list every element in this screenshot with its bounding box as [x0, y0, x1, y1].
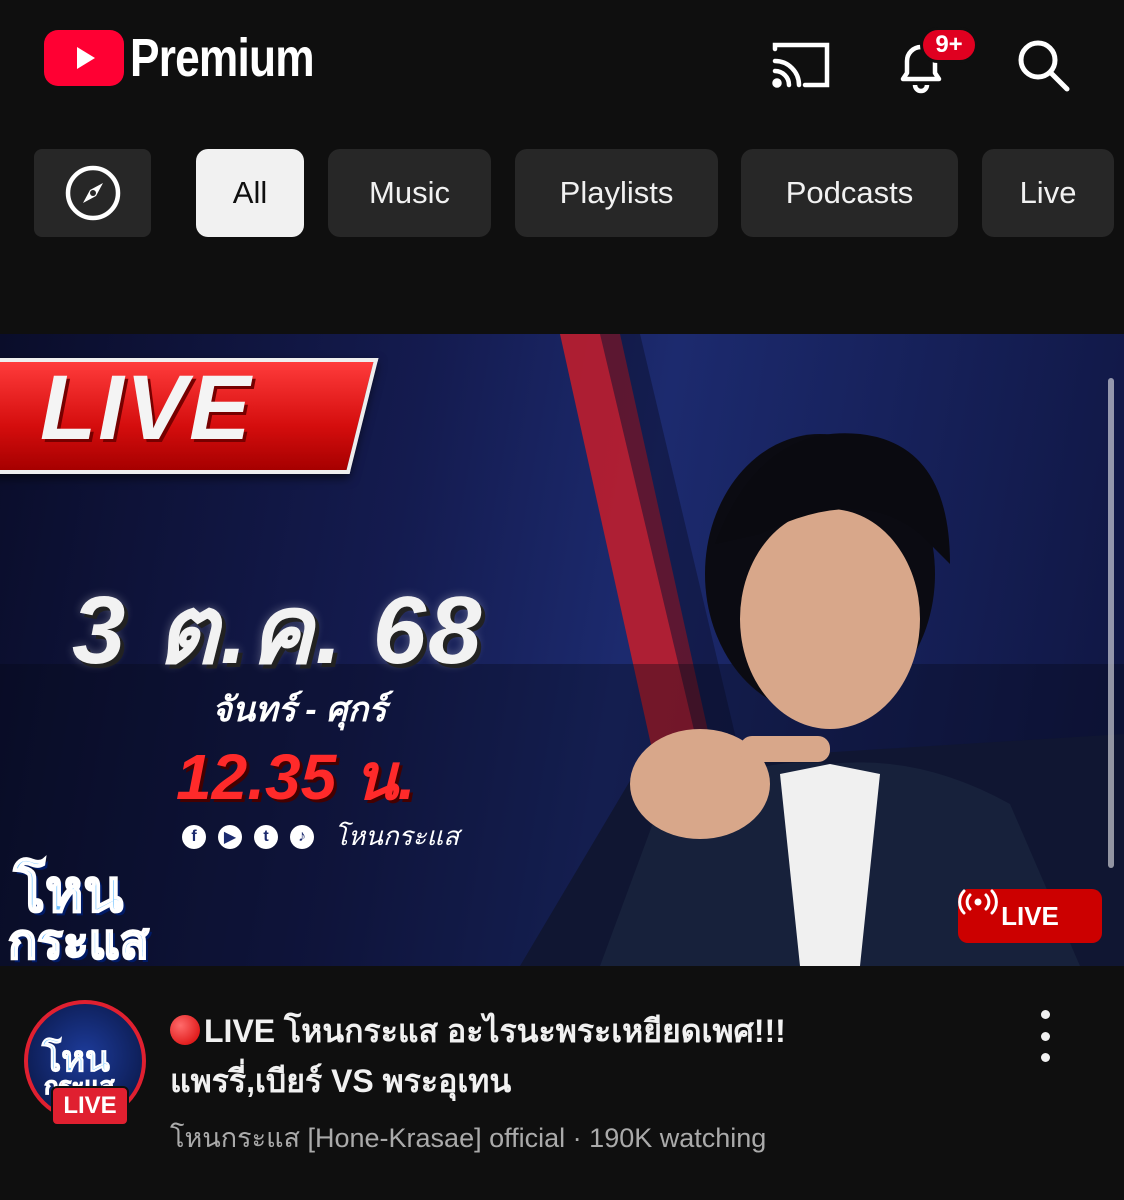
live-status-label: LIVE: [1001, 900, 1059, 931]
chip-music[interactable]: Music: [328, 149, 491, 237]
live-broadcast-icon: [958, 889, 998, 915]
social-links: f ▶ t ♪ โหนกระแส: [182, 816, 459, 857]
tiktok-icon: ♪: [290, 824, 314, 849]
notification-badge: 9+: [920, 27, 978, 63]
red-circle-icon: [170, 1015, 200, 1045]
chip-all[interactable]: All: [196, 149, 304, 237]
show-logo-bottom: กระแส: [7, 915, 150, 966]
chip-live[interactable]: Live: [982, 149, 1114, 237]
youtube-premium-logo[interactable]: Premium: [44, 30, 354, 86]
facebook-icon: f: [182, 824, 206, 849]
thumbnail-time: 12.35 น.: [176, 741, 416, 813]
show-logo: โหน กระแส: [4, 842, 184, 966]
youtube-icon: ▶: [218, 824, 242, 849]
chip-playlists[interactable]: Playlists: [515, 149, 718, 237]
channel-name[interactable]: โหนกระแส [Hone-Krasae] official: [170, 1123, 565, 1153]
more-options-icon[interactable]: [1022, 1010, 1068, 1062]
search-icon[interactable]: [1008, 34, 1078, 96]
meta-separator: ·: [572, 1123, 582, 1153]
live-banner-text: LIVE: [40, 357, 253, 459]
filter-chips-bar: All Music Playlists Podcasts Live: [0, 149, 1124, 237]
youtube-play-icon: [44, 30, 124, 86]
avatar-live-badge: LIVE: [51, 1086, 129, 1126]
social-handle: โหนกระแส: [334, 821, 460, 851]
explore-button[interactable]: [34, 149, 151, 237]
compass-icon: [65, 165, 120, 221]
scrollbar-thumb[interactable]: [1108, 378, 1114, 868]
viewer-count: 190K watching: [589, 1123, 767, 1153]
video-thumbnail[interactable]: LIVE 3 ต.ค. 68 จันทร์ - ศุกร์ 12.35 น. f…: [0, 334, 1124, 966]
top-app-bar: Premium 9+: [0, 0, 1124, 130]
live-status-badge: LIVE: [958, 889, 1102, 943]
channel-avatar[interactable]: โหน กระแส LIVE: [24, 1000, 146, 1126]
video-meta: โหนกระแส [Hone-Krasae] official · 190K w…: [170, 1116, 766, 1159]
video-title-line-2: แพรรี่,เบียร์ VS พระอุเทน: [170, 1063, 512, 1099]
video-title[interactable]: LIVE โหนกระแส อะไรนะพระเหยียดเพศ!!! แพรร…: [170, 1006, 990, 1106]
twitter-icon: t: [254, 824, 278, 849]
cast-icon[interactable]: [766, 34, 836, 96]
brand-name: Premium: [130, 28, 315, 88]
chip-podcasts[interactable]: Podcasts: [741, 149, 958, 237]
video-title-line-1: LIVE โหนกระแส อะไรนะพระเหยียดเพศ!!!: [204, 1013, 786, 1049]
